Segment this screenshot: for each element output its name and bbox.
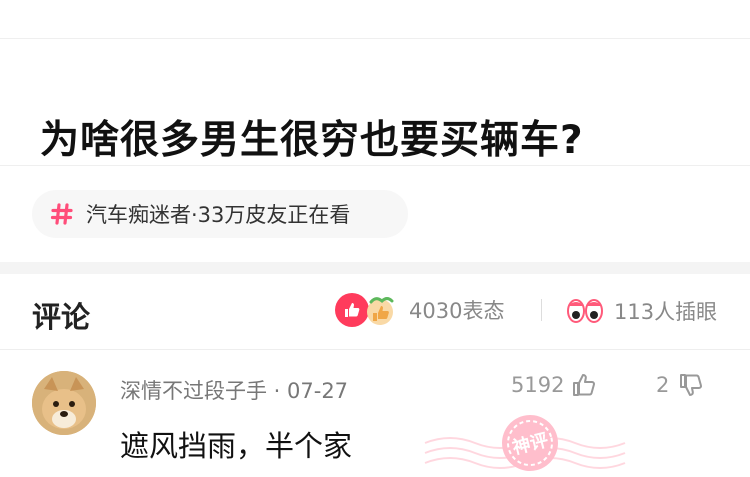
eyes-count: 113人插眼: [614, 300, 718, 324]
comment-reply-button[interactable]: 2: [656, 371, 705, 399]
post-title-card: 为啥很多男生很穷也要买辆车?: [0, 38, 750, 166]
comment-text: 遮风挡雨，半个家: [120, 429, 353, 463]
header-divider: [541, 299, 542, 321]
hot-comment-stamp-icon: 神评: [424, 415, 626, 471]
reactions-button[interactable]: 4030表态: [335, 292, 504, 328]
thumbs-up-emoji-icon: [367, 297, 394, 325]
topic-tag[interactable]: 汽车痴迷者·33万皮友正在看: [32, 190, 408, 238]
comment-item: 深情不过段子手 · 07-27 遮风挡雨，半个家 神评 5192 2: [0, 351, 750, 477]
section-separator: [0, 262, 750, 274]
comment-like-count: 5192: [511, 373, 565, 397]
thumbs-down-icon: [680, 374, 703, 396]
hash-icon: [50, 203, 73, 225]
comments-title: 评论: [32, 300, 91, 334]
comment-like-button[interactable]: 5192: [511, 371, 598, 399]
comment-reply-count: 2: [656, 373, 670, 397]
topic-label: 汽车痴迷者·33万皮友正在看: [86, 203, 351, 227]
thumbs-up-icon: [573, 374, 596, 396]
avatar[interactable]: [32, 371, 96, 435]
eyes-icon: [567, 299, 603, 323]
reactions-count: 4030表态: [409, 299, 505, 323]
eyes-button[interactable]: 113人插眼: [566, 294, 717, 328]
comment-username[interactable]: 深情不过段子手 · 07-27: [120, 375, 348, 405]
post-title: 为啥很多男生很穷也要买辆车?: [40, 118, 584, 163]
